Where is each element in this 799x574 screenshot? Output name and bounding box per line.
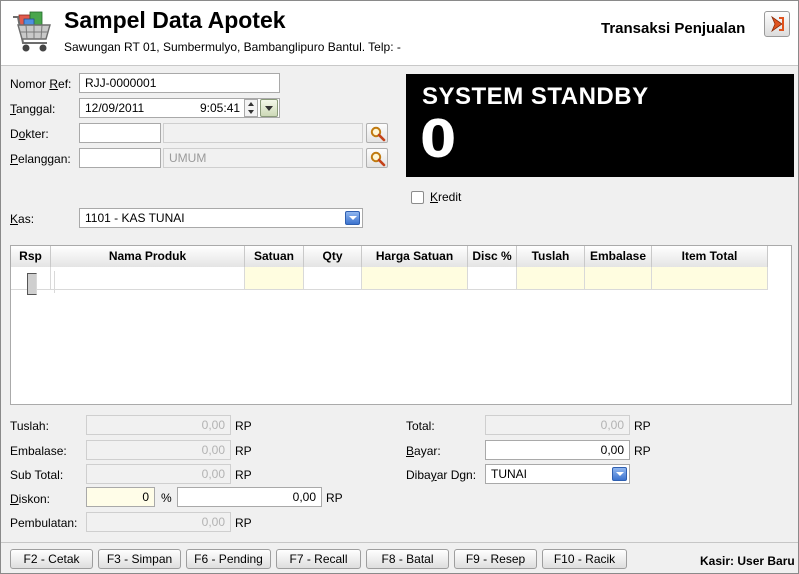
subtotal-input: 0,00 [86, 464, 231, 484]
app-header: Sampel Data Apotek Sawungan RT 01, Sumbe… [1, 1, 798, 66]
product-grid[interactable]: Rsp Nama Produk Satuan Qty Harga Satuan … [10, 245, 792, 405]
cell-item-total[interactable] [652, 267, 768, 289]
date-dropdown-button[interactable] [260, 99, 278, 117]
app-window: Sampel Data Apotek Sawungan RT 01, Sumbe… [0, 0, 799, 574]
recall-button[interactable]: F7 - Recall [276, 549, 361, 569]
transaction-title: Transaksi Penjualan [601, 20, 746, 37]
print-button[interactable]: F2 - Cetak [10, 549, 93, 569]
standby-status: SYSTEM STANDBY [422, 83, 649, 110]
cell-tuslah[interactable] [517, 267, 585, 289]
cell-harga-satuan[interactable] [362, 267, 468, 289]
compound-button[interactable]: F10 - Racik [542, 549, 627, 569]
ref-input[interactable]: RJJ-0000001 [79, 73, 280, 93]
cell-disc[interactable] [468, 267, 517, 289]
col-item-total[interactable]: Item Total [652, 246, 768, 267]
table-row[interactable] [11, 267, 768, 295]
kredit-checkbox[interactable] [411, 191, 424, 204]
app-subtitle: Sawungan RT 01, Sumbermulyo, Bambanglipu… [64, 40, 401, 54]
spin-down-icon[interactable] [248, 110, 254, 114]
kas-label: Kas: [10, 212, 35, 226]
pembulatan-input: 0,00 [86, 512, 231, 532]
date-label: Tanggal: [10, 102, 56, 116]
rsp-checkbox[interactable] [27, 273, 37, 295]
percent-sign: % [161, 491, 172, 505]
standby-value: 0 [420, 110, 457, 170]
total-input: 0,00 [485, 415, 630, 435]
diskon-value-input[interactable]: 0,00 [177, 487, 322, 507]
standby-display: SYSTEM STANDBY 0 [406, 74, 794, 177]
kas-select-value: 1101 - KAS TUNAI [85, 211, 185, 225]
footer-bar: F2 - Cetak F3 - Simpan F6 - Pending F7 -… [1, 542, 798, 573]
doctor-name-input [163, 123, 363, 143]
chevron-down-icon[interactable] [345, 211, 360, 225]
kas-select[interactable]: 1101 - KAS TUNAI [79, 208, 363, 228]
exit-button[interactable] [764, 11, 790, 37]
date-value: 12/09/2011 [85, 101, 145, 115]
cashier-label: Kasir: User Baru [700, 554, 795, 568]
shopping-cart-icon [11, 9, 55, 57]
bayar-input[interactable]: 0,00 [485, 440, 630, 460]
subtotal-label: Sub Total: [10, 468, 64, 482]
chevron-down-icon [265, 106, 273, 111]
tuslah-currency: RP [235, 419, 252, 433]
embalase-currency: RP [235, 444, 252, 458]
diskon-currency: RP [326, 491, 343, 505]
cell-satuan[interactable] [245, 267, 304, 289]
grid-header: Rsp Nama Produk Satuan Qty Harga Satuan … [11, 246, 768, 268]
customer-code-input[interactable] [79, 148, 161, 168]
col-nama-produk[interactable]: Nama Produk [51, 246, 245, 267]
tuslah-total-input: 0,00 [86, 415, 231, 435]
save-button[interactable]: F3 - Simpan [98, 549, 181, 569]
diskon-percent-input[interactable]: 0 [86, 487, 155, 507]
bayar-currency: RP [634, 444, 651, 458]
pembulatan-label: Pembulatan: [10, 516, 78, 530]
total-label: Total: [406, 419, 435, 433]
tuslah-label: Tuslah: [10, 419, 49, 433]
kredit-label: Kredit [430, 190, 462, 204]
cell-embalase[interactable] [585, 267, 652, 289]
customer-search-button[interactable] [366, 148, 388, 168]
cell-qty[interactable] [304, 267, 362, 289]
prescription-button[interactable]: F9 - Resep [454, 549, 537, 569]
bayar-label: Bayar: [406, 444, 441, 458]
dibayar-label: Dibayar Dgn: [406, 468, 477, 482]
search-icon [370, 151, 386, 167]
embalase-label: Embalase: [10, 444, 67, 458]
col-disc[interactable]: Disc % [468, 246, 517, 267]
col-embalase[interactable]: Embalase [585, 246, 652, 267]
pembulatan-currency: RP [235, 516, 252, 530]
total-currency: RP [634, 419, 651, 433]
doctor-label: Dokter: [10, 127, 49, 141]
customer-label: Pelanggan: [10, 152, 71, 166]
exit-arrow-icon [771, 15, 784, 33]
col-harga-satuan[interactable]: Harga Satuan [362, 246, 468, 267]
cell-nama-produk[interactable] [51, 267, 245, 293]
time-spinner[interactable] [244, 99, 258, 117]
col-qty[interactable]: Qty [304, 246, 362, 267]
ref-label: Nomor Ref: [10, 77, 72, 91]
subtotal-currency: RP [235, 468, 252, 482]
payment-method-value: TUNAI [491, 467, 527, 481]
col-tuslah[interactable]: Tuslah [517, 246, 585, 267]
col-satuan[interactable]: Satuan [245, 246, 304, 267]
app-title: Sampel Data Apotek [64, 7, 286, 33]
cell-rsp[interactable] [11, 267, 51, 295]
time-value: 9:05:41 [200, 101, 241, 115]
col-rsp[interactable]: Rsp [11, 246, 51, 267]
embalase-total-input: 0,00 [86, 440, 231, 460]
pending-button[interactable]: F6 - Pending [186, 549, 271, 569]
doctor-search-button[interactable] [366, 123, 388, 143]
doctor-code-input[interactable] [79, 123, 161, 143]
spin-up-icon[interactable] [248, 102, 254, 106]
customer-name-input: UMUM [163, 148, 363, 168]
search-icon [370, 126, 386, 142]
payment-method-select[interactable]: TUNAI [485, 464, 630, 484]
text-caret [54, 271, 55, 293]
cancel-button[interactable]: F8 - Batal [366, 549, 449, 569]
chevron-down-icon[interactable] [612, 467, 627, 481]
diskon-label: Diskon: [10, 492, 51, 506]
